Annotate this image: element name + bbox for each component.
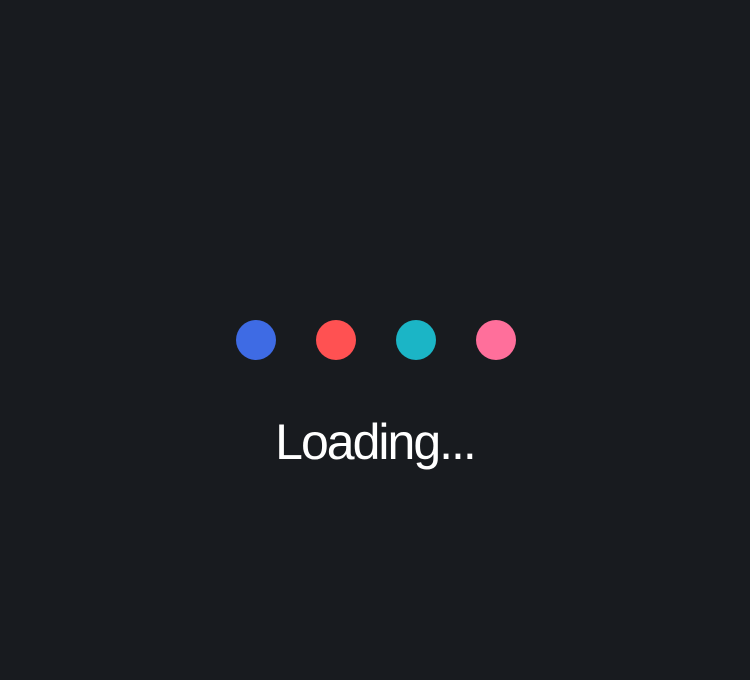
loading-dot-2 — [316, 320, 356, 360]
loading-screen: Loading... — [0, 0, 750, 680]
loading-dot-4 — [476, 320, 516, 360]
loading-text: Loading... — [275, 414, 477, 470]
loading-dot-3 — [396, 320, 436, 360]
loading-dot-1 — [236, 320, 276, 360]
loading-dots — [236, 320, 516, 360]
